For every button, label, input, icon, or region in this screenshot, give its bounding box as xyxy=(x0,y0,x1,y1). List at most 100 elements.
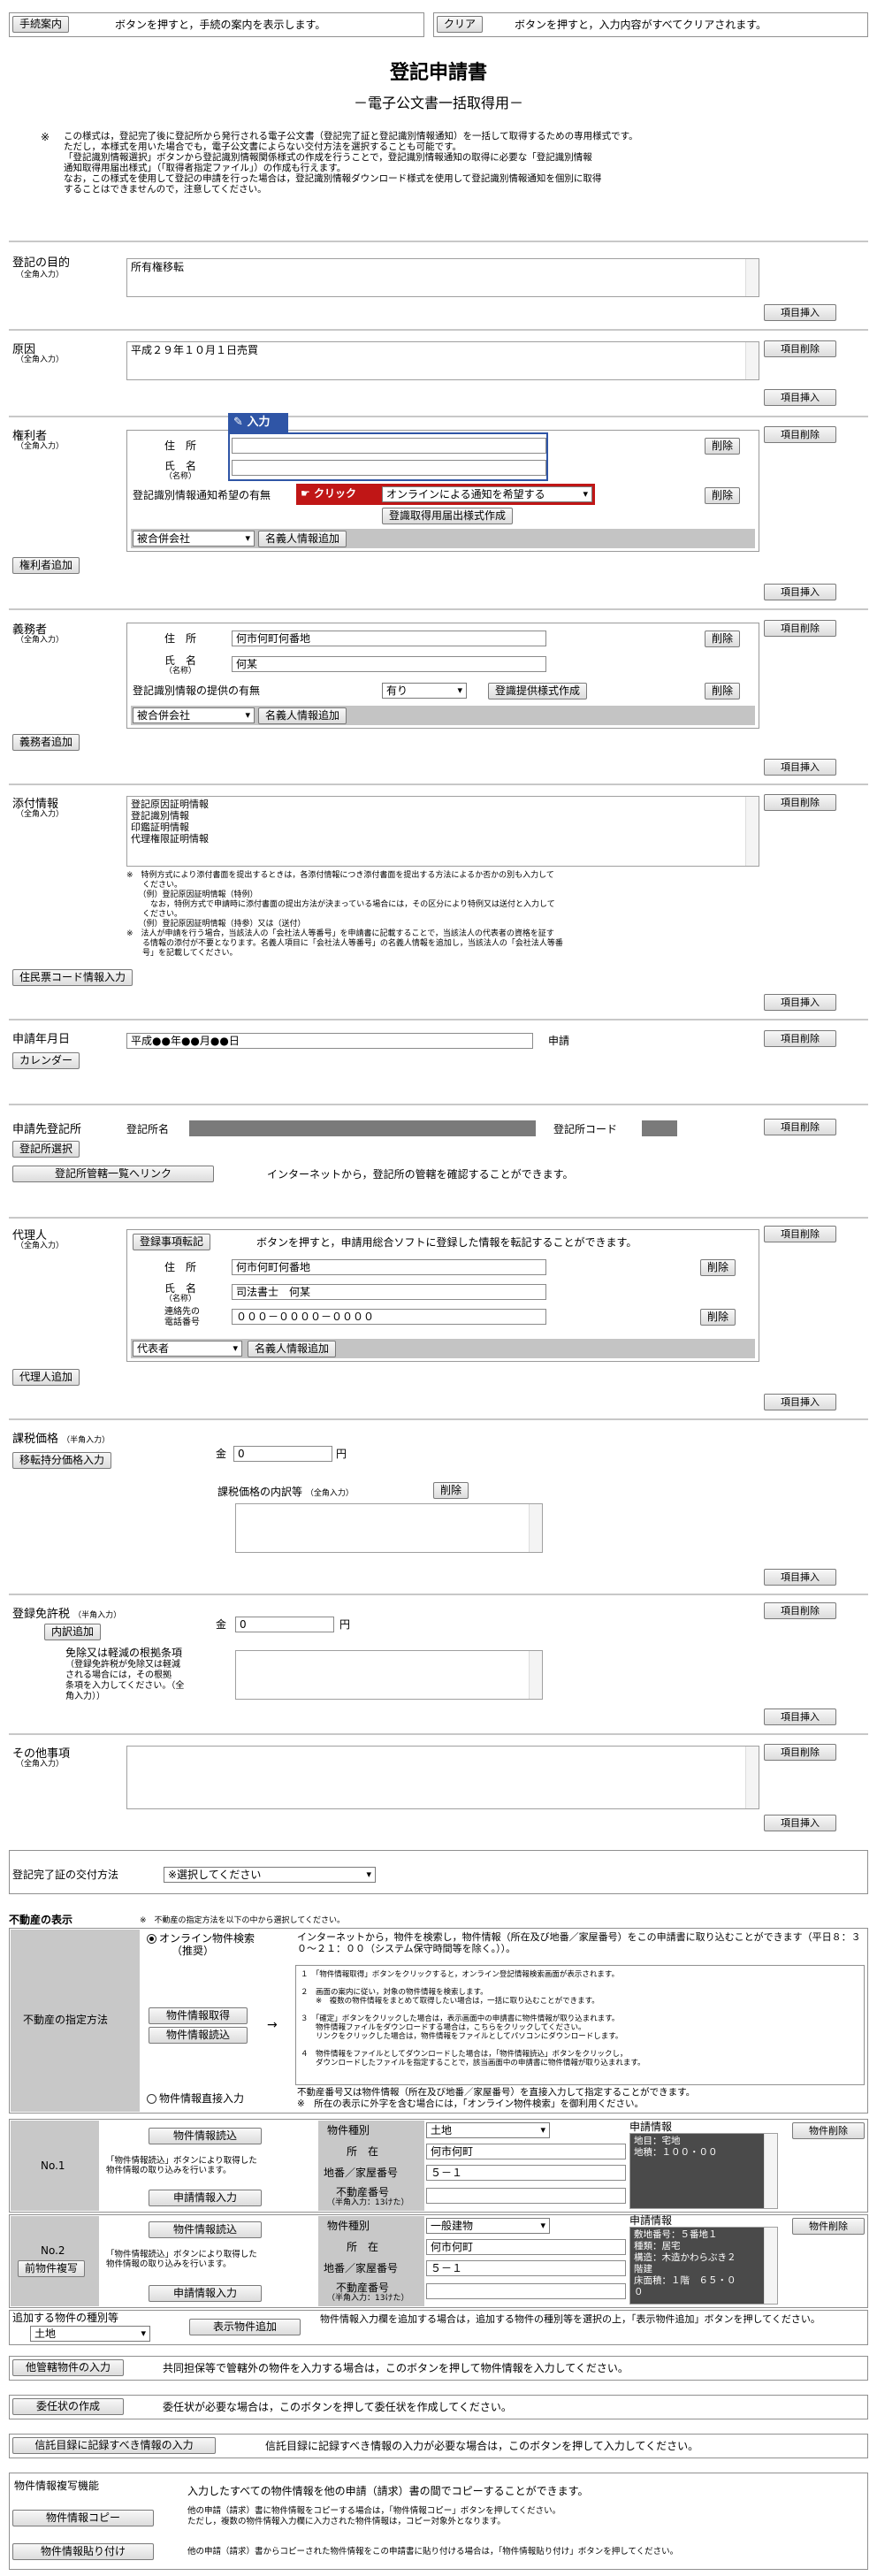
duty-form-button[interactable]: 登識提供様式作成 xyxy=(488,683,588,699)
agent-transfer-button[interactable]: 登録事項転記 xyxy=(133,1234,211,1250)
tax-share-button[interactable]: 移転持分価格入力 xyxy=(12,1452,112,1469)
license-delete-button[interactable]: 項目削除 xyxy=(764,1602,836,1619)
rights-name-sub: （名称） xyxy=(164,472,197,481)
property-item-1-delete-button[interactable]: 物件削除 xyxy=(792,2122,865,2139)
attach-delete-button[interactable]: 項目削除 xyxy=(764,794,836,811)
cause-insert-button[interactable]: 項目挿入 xyxy=(764,389,836,406)
property-item-1-num-input[interactable]: ５－１ xyxy=(426,2165,626,2181)
duty-delete-row-button[interactable]: 削除 xyxy=(705,631,741,647)
proxy-button[interactable]: 委任状の作成 xyxy=(12,2398,124,2415)
trust-button[interactable]: 信託目録に記録すべき情報の入力 xyxy=(12,2437,216,2454)
attach-textarea[interactable]: 登記原因証明情報 登記識別情報 印鑑証明情報 代理権限証明情報 xyxy=(126,796,759,867)
page-title: 登記申請書 xyxy=(389,62,487,84)
online-steps-text: １ 「物件情報取得」ボタンをクリックすると，オンライン登記情報検索画面が表示され… xyxy=(301,1970,645,2068)
property-read-button[interactable]: 物件情報読込 xyxy=(149,2027,248,2044)
rights-delete-row-button[interactable]: 削除 xyxy=(705,438,741,455)
purpose-insert-button[interactable]: 項目挿入 xyxy=(764,304,836,321)
property-item-2-rn-input[interactable] xyxy=(426,2283,626,2299)
license-amount-input[interactable]: 0 xyxy=(235,1617,334,1632)
agent-tel-input[interactable]: ０００－００００－００００ xyxy=(232,1309,546,1325)
purpose-textarea[interactable]: 所有権移転 xyxy=(126,258,759,297)
duty-insert-button[interactable]: 項目挿入 xyxy=(764,759,836,776)
agent-role-select[interactable]: 代表者 xyxy=(133,1341,242,1357)
agent-name-add-button[interactable]: 名義人情報追加 xyxy=(248,1341,337,1357)
rights-delete-row2-button[interactable]: 削除 xyxy=(705,487,741,504)
duty-delete-row2-button[interactable]: 削除 xyxy=(705,683,741,699)
rights-insert-button[interactable]: 項目挿入 xyxy=(764,584,836,600)
other-insert-button[interactable]: 項目挿入 xyxy=(764,1815,836,1831)
agent-delete-row-button[interactable]: 削除 xyxy=(700,1259,736,1276)
other-delete-button[interactable]: 項目削除 xyxy=(764,1744,836,1761)
office-select-button[interactable]: 登記所選択 xyxy=(12,1141,80,1158)
property-item-1-type-select[interactable]: 土地 xyxy=(426,2122,550,2138)
cause-textarea[interactable]: 平成２９年１０月１日売買 xyxy=(126,341,759,380)
rights-form-button[interactable]: 登識取得用届出様式作成 xyxy=(382,508,514,524)
property-item-2-loc-input[interactable]: 何市何町 xyxy=(426,2239,626,2255)
duty-name-add-button[interactable]: 名義人情報追加 xyxy=(258,707,347,724)
tax-detail-delete-button[interactable]: 削除 xyxy=(433,1482,469,1499)
property-item-2-delete-button[interactable]: 物件削除 xyxy=(792,2218,865,2235)
duty-sub: （全角入力） xyxy=(16,636,65,645)
attach-insert-button[interactable]: 項目挿入 xyxy=(764,994,836,1011)
rights-company-select[interactable]: 被合併会社 xyxy=(133,531,255,547)
license-insert-button[interactable]: 項目挿入 xyxy=(764,1708,836,1725)
tax-detail-textarea[interactable] xyxy=(235,1503,543,1553)
rights-label: 権利者 xyxy=(12,430,48,443)
tax-insert-button[interactable]: 項目挿入 xyxy=(764,1569,836,1586)
other-jurisdiction-button[interactable]: 他管轄物件の入力 xyxy=(12,2359,124,2376)
property-item-1-rn-input[interactable] xyxy=(426,2188,626,2204)
property-item-1-info: 地目：宅地 地積：１００・００ xyxy=(629,2133,778,2209)
divider xyxy=(9,1594,868,1595)
duty-add-button[interactable]: 義務者追加 xyxy=(12,734,80,751)
pencil-icon: ✎ xyxy=(233,416,243,429)
resident-code-button[interactable]: 住民票コード情報入力 xyxy=(12,969,133,986)
tax-amount-input[interactable]: 0 xyxy=(233,1446,332,1462)
agent-name-input[interactable]: 司法書士 何某 xyxy=(232,1284,546,1300)
agent-add-button[interactable]: 代理人追加 xyxy=(12,1369,80,1386)
property-item-1-read-note: 「物件情報読込」ボタンにより取得した 物件情報の取り込みを行います。 xyxy=(106,2156,257,2175)
property-item-2-type-select[interactable]: 一般建物 xyxy=(426,2218,550,2234)
license-detail-button[interactable]: 内訳追加 xyxy=(44,1624,102,1640)
property-item-2-num-input[interactable]: ５－１ xyxy=(426,2260,626,2276)
duty-address-input[interactable]: 何市何町何番地 xyxy=(232,631,546,646)
office-delete-button[interactable]: 項目削除 xyxy=(764,1119,836,1135)
calendar-button[interactable]: カレンダー xyxy=(12,1052,80,1069)
property-item-2-read-button[interactable]: 物件情報読込 xyxy=(149,2221,262,2238)
duty-delete-button[interactable]: 項目削除 xyxy=(764,620,836,637)
duty-company-select[interactable]: 被合併会社 xyxy=(133,707,255,723)
paste-button[interactable]: 物件情報貼り付け xyxy=(12,2543,154,2560)
direct-radio[interactable] xyxy=(147,2094,156,2104)
agent-insert-button[interactable]: 項目挿入 xyxy=(764,1394,836,1410)
rights-delete-button[interactable]: 項目削除 xyxy=(764,426,836,443)
date-input[interactable]: 平成●●年●●月●●日 xyxy=(126,1033,533,1049)
duty-name-input[interactable]: 何某 xyxy=(232,656,546,672)
agent-address-input[interactable]: 何市何町何番地 xyxy=(232,1259,546,1275)
add-property-button[interactable]: 表示物件追加 xyxy=(189,2319,301,2335)
property-item-1-loc-input[interactable]: 何市何町 xyxy=(426,2144,626,2159)
add-type-select[interactable]: 土地 xyxy=(30,2326,150,2342)
agent-delete-button[interactable]: 項目削除 xyxy=(764,1226,836,1242)
property-item-1-read-button[interactable]: 物件情報読込 xyxy=(149,2128,262,2144)
delivery-select[interactable]: ※選択してください xyxy=(164,1867,376,1883)
other-textarea[interactable] xyxy=(126,1746,759,1809)
property-item-1-apply-button[interactable]: 申請情報入力 xyxy=(149,2190,262,2206)
property-fetch-button[interactable]: 物件情報取得 xyxy=(149,2007,248,2024)
license-basis-textarea[interactable] xyxy=(235,1650,543,1700)
duty-provide-select[interactable]: 有り xyxy=(382,683,467,699)
property-item-2-apply-button[interactable]: 申請情報入力 xyxy=(149,2285,262,2302)
property-item-1-info-label: 申請情報 xyxy=(629,2121,673,2133)
online-radio[interactable] xyxy=(147,1934,156,1944)
guide-button[interactable]: 手続案内 xyxy=(12,16,70,33)
agent-delete-row2-button[interactable]: 削除 xyxy=(700,1309,736,1326)
office-link-button[interactable]: 登記所管轄一覧へリンク xyxy=(12,1166,214,1182)
date-delete-button[interactable]: 項目削除 xyxy=(764,1030,836,1047)
rights-notice-select[interactable]: オンラインによる通知を希望する xyxy=(382,486,592,502)
rights-name-add-button[interactable]: 名義人情報追加 xyxy=(258,531,347,547)
clear-button[interactable]: クリア xyxy=(437,16,484,33)
proxy-text: 委任状が必要な場合は，このボタンを押して委任状を作成してください。 xyxy=(163,2401,512,2413)
rights-add-button[interactable]: 権利者追加 xyxy=(12,557,80,574)
copy-button[interactable]: 物件情報コピー xyxy=(12,2510,154,2526)
cause-delete-button[interactable]: 項目削除 xyxy=(764,340,836,357)
add-type-label: 追加する物件の種別等 xyxy=(12,2312,119,2324)
property-item-2-copy-button[interactable]: 前物件複写 xyxy=(18,2260,86,2277)
